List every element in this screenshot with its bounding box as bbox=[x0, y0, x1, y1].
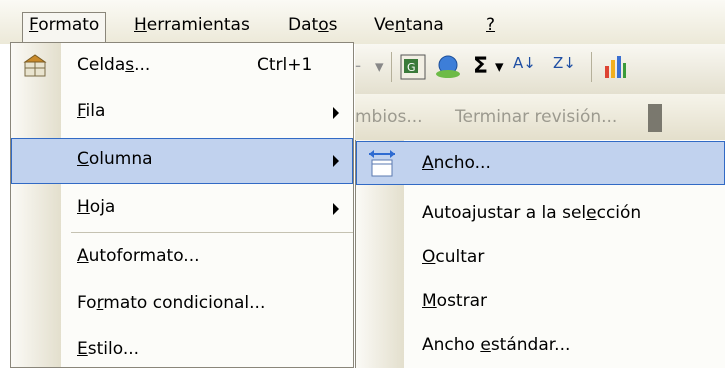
standard-toolbar: - ▾ G Σ ▾ A↓ Z↓ bbox=[355, 44, 725, 95]
menu-item-sheet[interactable]: Hoja bbox=[11, 186, 353, 232]
toolbar-separator bbox=[391, 52, 392, 82]
menu-item-label: Hoja bbox=[77, 197, 116, 217]
submenu-item-width[interactable]: Ancho... bbox=[356, 141, 725, 185]
menu-item-label: Formato condicional... bbox=[77, 293, 266, 313]
reviewing-toolbar: mbios... Terminar revisión... bbox=[355, 94, 725, 144]
submenu-item-label: Autoajustar a la selección bbox=[422, 203, 642, 223]
sort-descending-icon[interactable]: Z↓ bbox=[553, 54, 576, 72]
shortcut-text: Ctrl+1 bbox=[257, 55, 313, 75]
autosum-dropdown-icon[interactable]: ▾ bbox=[495, 57, 504, 77]
submenu-item-unhide[interactable]: Mostrar bbox=[356, 281, 725, 323]
toolbar-separator bbox=[591, 52, 592, 82]
menu-item-label: Autoformato... bbox=[77, 246, 200, 266]
format-menu: Celdas... Ctrl+1 Fila Columna Hoja Autof… bbox=[10, 42, 354, 368]
menu-ventana[interactable]: Ventana bbox=[368, 13, 450, 39]
submenu-item-label: Mostrar bbox=[422, 291, 487, 311]
menu-formato[interactable]: Formato bbox=[22, 12, 107, 43]
format-cells-icon bbox=[23, 54, 47, 77]
hyperlink-icon[interactable] bbox=[435, 54, 463, 80]
submenu-arrow-icon bbox=[333, 203, 339, 215]
toolbar-grip bbox=[648, 104, 662, 132]
column-width-icon bbox=[369, 150, 395, 177]
end-review-button[interactable]: Terminar revisión... bbox=[455, 107, 617, 127]
menu-item-autoformat[interactable]: Autoformato... bbox=[11, 235, 353, 281]
research-icon[interactable]: G bbox=[400, 54, 426, 80]
menu-item-label: Estilo... bbox=[77, 339, 140, 359]
menu-datos[interactable]: Datos bbox=[282, 13, 343, 39]
chart-wizard-icon[interactable] bbox=[603, 54, 627, 80]
menu-item-label: Columna bbox=[77, 149, 153, 169]
menu-item-style[interactable]: Estilo... bbox=[11, 328, 353, 374]
submenu-arrow-icon bbox=[333, 107, 339, 119]
autosum-icon[interactable]: Σ bbox=[473, 54, 488, 79]
submenu-item-standard-width[interactable]: Ancho estándar... bbox=[356, 325, 725, 367]
toolbar-dash: - bbox=[355, 56, 362, 76]
toolbar-dropdown-icon[interactable]: ▾ bbox=[375, 57, 384, 77]
sort-ascending-icon[interactable]: A↓ bbox=[513, 54, 536, 72]
menu-item-cells[interactable]: Celdas... Ctrl+1 bbox=[11, 44, 353, 90]
svg-text:G: G bbox=[407, 61, 416, 74]
submenu-item-label: Ancho estándar... bbox=[422, 335, 571, 355]
menu-item-row[interactable]: Fila bbox=[11, 90, 353, 136]
menu-help[interactable]: ? bbox=[480, 13, 501, 39]
review-changes-text: mbios... bbox=[355, 107, 423, 127]
menu-herramientas[interactable]: Herramientas bbox=[128, 13, 256, 39]
submenu-arrow-icon bbox=[333, 155, 339, 167]
submenu-item-label: Ocultar bbox=[422, 247, 485, 267]
submenu-item-hide[interactable]: Ocultar bbox=[356, 237, 725, 279]
submenu-item-label: Ancho... bbox=[422, 153, 491, 173]
menu-bar: Formato Herramientas Datos Ventana ? bbox=[0, 0, 725, 44]
menu-item-label: Fila bbox=[77, 101, 106, 121]
menu-item-label: Celdas... bbox=[77, 55, 151, 75]
menu-item-column[interactable]: Columna bbox=[11, 138, 353, 184]
menu-separator bbox=[71, 232, 353, 233]
column-submenu: Ancho... Autoajustar a la selección Ocul… bbox=[355, 140, 725, 368]
menu-item-conditional-format[interactable]: Formato condicional... bbox=[11, 282, 353, 328]
submenu-item-autofit[interactable]: Autoajustar a la selección bbox=[356, 193, 725, 235]
